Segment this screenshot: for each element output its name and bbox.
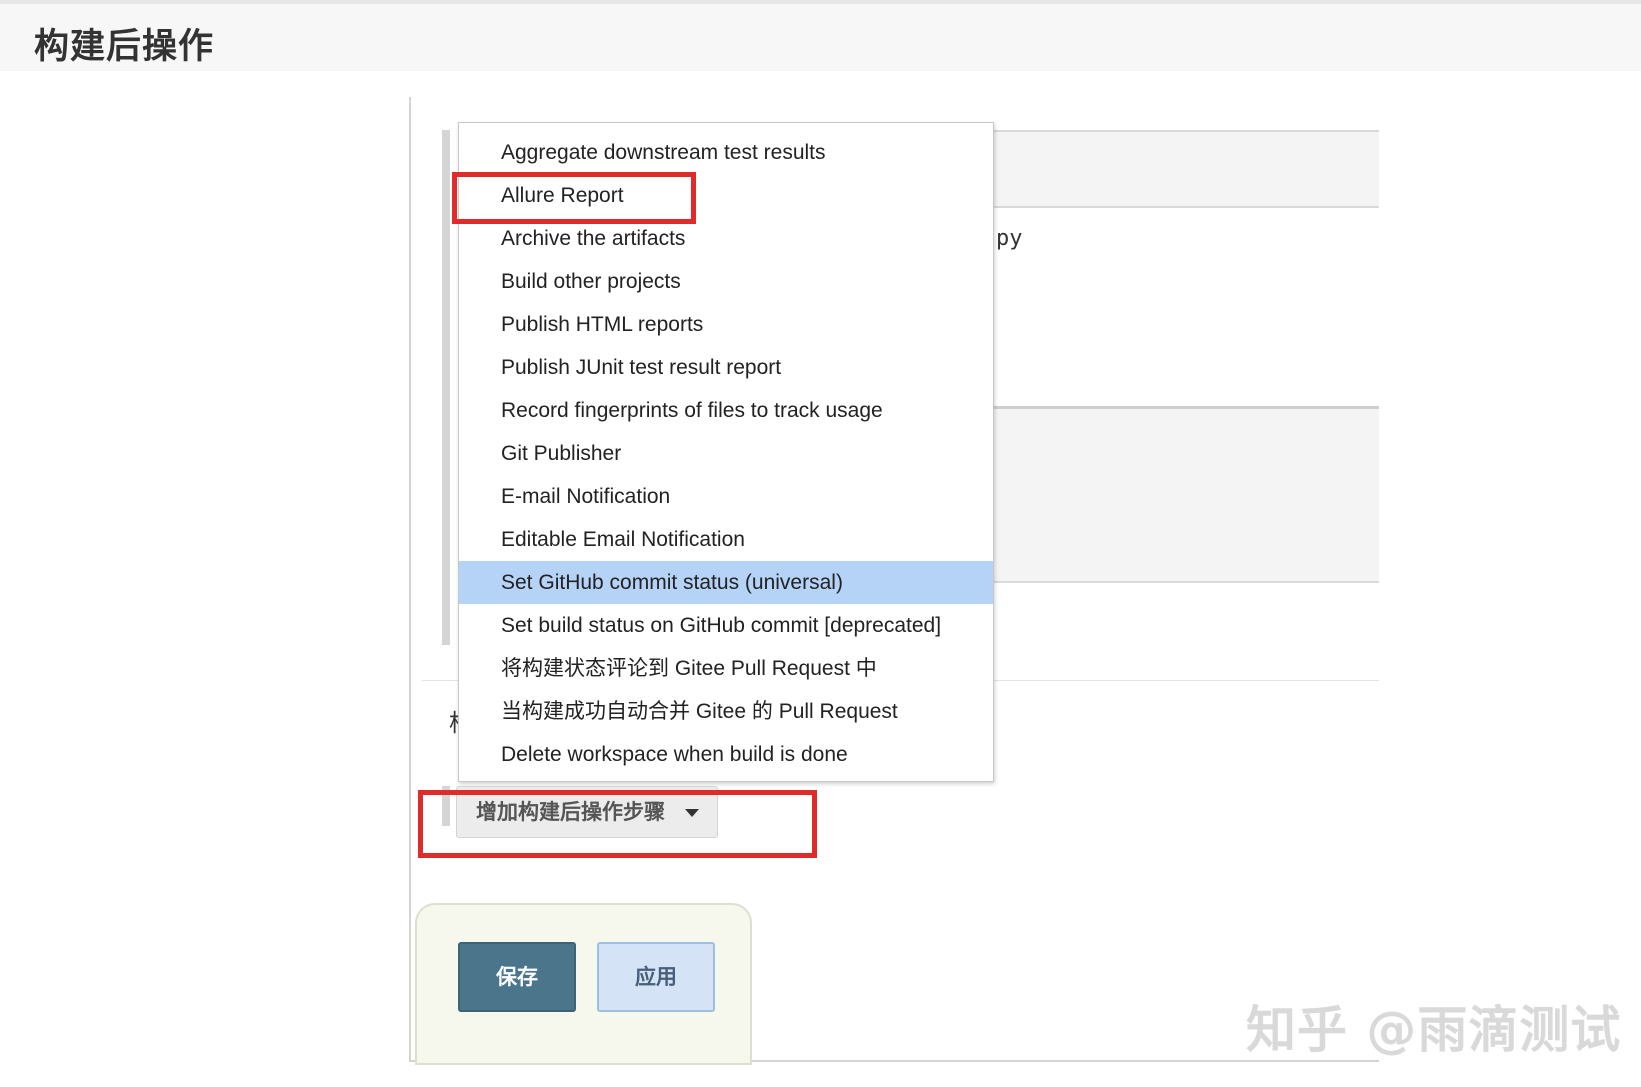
menu-item-delete-workspace[interactable]: Delete workspace when build is done (459, 733, 993, 776)
panel-settings-block (990, 409, 1379, 581)
panel-header-block (990, 132, 1379, 206)
menu-item-email-notification[interactable]: E-mail Notification (459, 475, 993, 518)
menu-item-build-other-projects[interactable]: Build other projects (459, 260, 993, 303)
menu-item-editable-email[interactable]: Editable Email Notification (459, 518, 993, 561)
menu-item-gitee-comment[interactable]: 将构建状态评论到 Gitee Pull Request 中 (459, 647, 993, 690)
menu-item-gitee-auto-merge[interactable]: 当构建成功自动合并 Gitee 的 Pull Request (459, 690, 993, 733)
code-fragment: py (996, 226, 1023, 251)
annotation-highlight-allure (452, 172, 696, 224)
step-drag-handle[interactable] (442, 130, 450, 645)
watermark: 知乎 @雨滴测试 (1246, 1001, 1622, 1059)
save-button[interactable]: 保存 (458, 942, 576, 1012)
menu-item-github-build-status[interactable]: Set build status on GitHub commit [depre… (459, 604, 993, 647)
panel-divider (990, 206, 1379, 208)
menu-item-record-fingerprints[interactable]: Record fingerprints of files to track us… (459, 389, 993, 432)
panel-divider (990, 581, 1379, 583)
apply-button[interactable]: 应用 (597, 942, 715, 1012)
menu-item-aggregate-downstream[interactable]: Aggregate downstream test results (459, 131, 993, 174)
annotation-highlight-add-step (418, 790, 817, 858)
menu-item-git-publisher[interactable]: Git Publisher (459, 432, 993, 475)
menu-item-publish-html[interactable]: Publish HTML reports (459, 303, 993, 346)
menu-item-github-commit-status[interactable]: Set GitHub commit status (universal) (459, 561, 993, 604)
menu-item-publish-junit[interactable]: Publish JUnit test result report (459, 346, 993, 389)
section-title: 构建后操作 (34, 27, 215, 67)
section-header: 构建后操作 (0, 4, 1641, 71)
